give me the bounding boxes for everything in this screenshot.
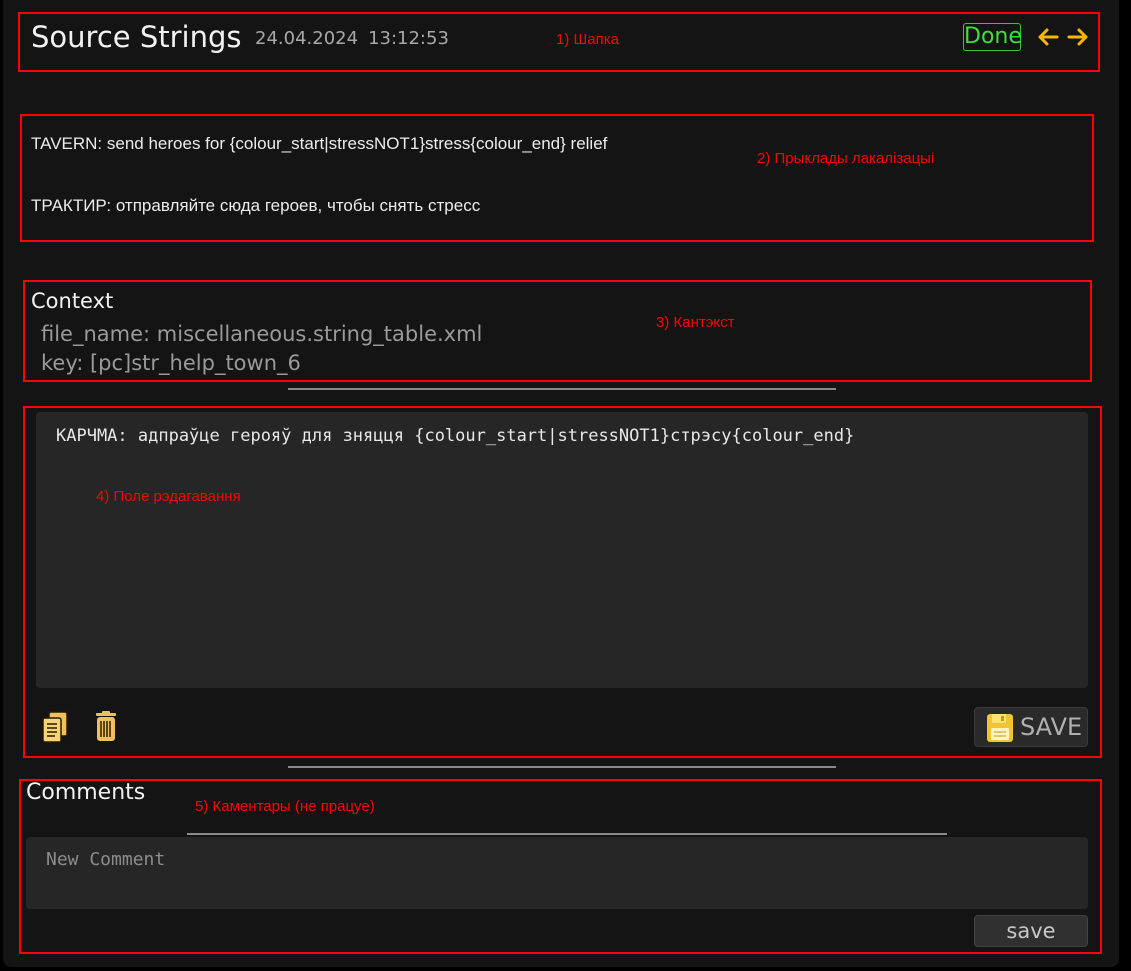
prev-string-button[interactable]: [1035, 24, 1061, 50]
divider: [288, 388, 836, 390]
time-text: 13:12:53: [368, 28, 449, 49]
comments-divider: [187, 833, 947, 835]
new-comment-input[interactable]: [26, 837, 1088, 909]
trash-icon: [96, 711, 116, 741]
page-title: Source Strings: [31, 20, 242, 54]
arrow-left-icon: [1038, 28, 1059, 46]
next-string-button[interactable]: [1065, 24, 1091, 50]
copy-source-button[interactable]: [41, 710, 71, 744]
timestamp: 24.04.2024 13:12:53: [255, 28, 449, 49]
reference-translation-example: ТРАКТИР: отправляйте сюда героев, чтобы …: [31, 196, 481, 215]
translation-text[interactable]: КАРЧМА: адпраўце герояў для зняцця {colo…: [56, 426, 854, 446]
context-file-name: file_name: miscellaneous.string_table.xm…: [41, 322, 483, 346]
save-comment-button[interactable]: save: [974, 915, 1088, 947]
floppy-disk-icon: [986, 713, 1014, 743]
context-heading: Context: [31, 289, 114, 313]
context-annotation: 3) Кантэкст: [656, 314, 735, 331]
done-button[interactable]: Done: [963, 23, 1022, 51]
date-text: 24.04.2024: [255, 28, 359, 49]
comments-annotation: 5) Каментары (не працуе): [195, 798, 375, 815]
comments-title: Comments: [26, 780, 146, 805]
save-label: SAVE: [1020, 713, 1083, 741]
source-string-example: TAVERN: send heroes for {colour_start|st…: [31, 134, 608, 153]
copy-icon: [42, 711, 68, 743]
header-annotation: 1) Шапка: [556, 31, 619, 48]
examples-annotation: 2) Прыклады лакалізацыі: [757, 150, 935, 167]
arrow-right-icon: [1067, 28, 1088, 46]
context-key: key: [pc]str_help_town_6: [41, 351, 301, 375]
editor-annotation: 4) Поле рэдагавання: [96, 488, 241, 505]
clear-translation-button[interactable]: [92, 710, 122, 744]
divider: [288, 766, 836, 768]
translation-editor[interactable]: КАРЧМА: адпраўце герояў для зняцця {colo…: [36, 412, 1088, 688]
save-translation-button[interactable]: SAVE: [974, 707, 1088, 747]
